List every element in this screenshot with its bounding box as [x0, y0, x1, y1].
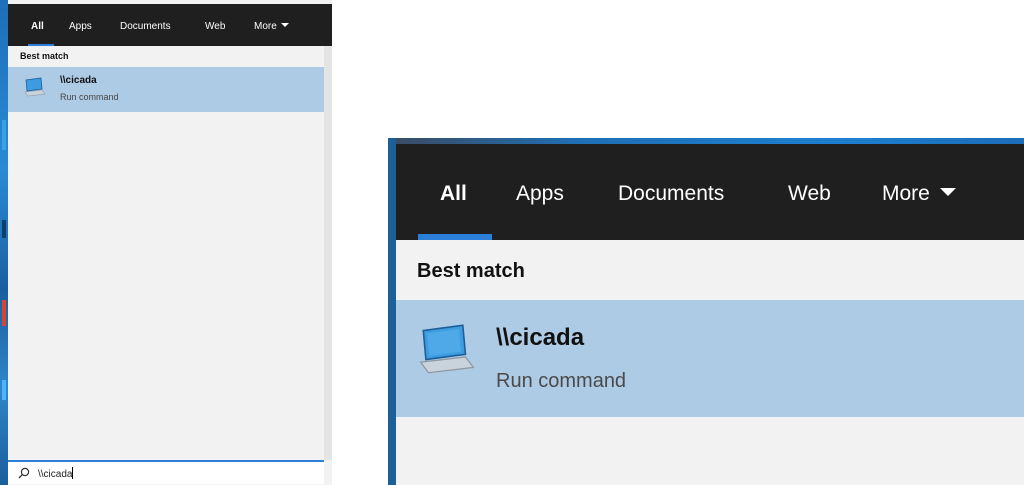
panel-border [324, 46, 332, 460]
result-subtitle: Run command [496, 370, 627, 392]
tab-more-label: More [882, 182, 930, 205]
tab-all[interactable]: All [440, 182, 467, 206]
computer-monitor-icon [418, 322, 476, 381]
result-subtitle: Run command [60, 92, 119, 102]
tab-apps[interactable]: Apps [69, 21, 92, 32]
best-match-result[interactable]: \\cicada Run command [396, 300, 1024, 417]
desktop-background-edge [0, 0, 8, 485]
tab-all[interactable]: All [31, 21, 44, 32]
search-input[interactable]: \\cicada [38, 467, 74, 480]
result-title: \\cicada [496, 324, 585, 351]
tab-documents[interactable]: Documents [120, 21, 171, 32]
search-scope-tabs: All Apps Documents Web More [396, 144, 1024, 240]
desktop-background-edge [388, 138, 396, 485]
best-match-result[interactable]: \\cicada Run command [8, 67, 324, 112]
search-input-value: \\cicada [38, 469, 73, 480]
active-tab-indicator [418, 234, 492, 240]
tab-apps[interactable]: Apps [516, 182, 564, 206]
caret-down-icon [280, 23, 289, 27]
best-match-heading: Best match [417, 260, 525, 282]
tab-more[interactable]: More [254, 21, 289, 32]
search-panel: All Apps Documents Web More Best match \… [0, 0, 332, 485]
tab-web[interactable]: Web [205, 21, 225, 32]
search-scope-tabs: All Apps Documents Web More [8, 4, 332, 46]
tab-more[interactable]: More [882, 182, 956, 206]
text-cursor [72, 467, 74, 479]
tab-more-label: More [254, 21, 277, 32]
result-title: \\cicada [60, 75, 97, 86]
best-match-heading: Best match [20, 51, 69, 61]
search-box[interactable]: \\cicada [8, 460, 324, 484]
computer-monitor-icon [24, 77, 46, 102]
zoomed-search-panel: All Apps Documents Web More Best match \… [388, 138, 1024, 485]
tab-web[interactable]: Web [788, 182, 831, 206]
active-tab-indicator [28, 44, 54, 46]
tab-documents[interactable]: Documents [618, 182, 724, 206]
search-icon [18, 466, 30, 484]
caret-down-icon [939, 188, 956, 196]
